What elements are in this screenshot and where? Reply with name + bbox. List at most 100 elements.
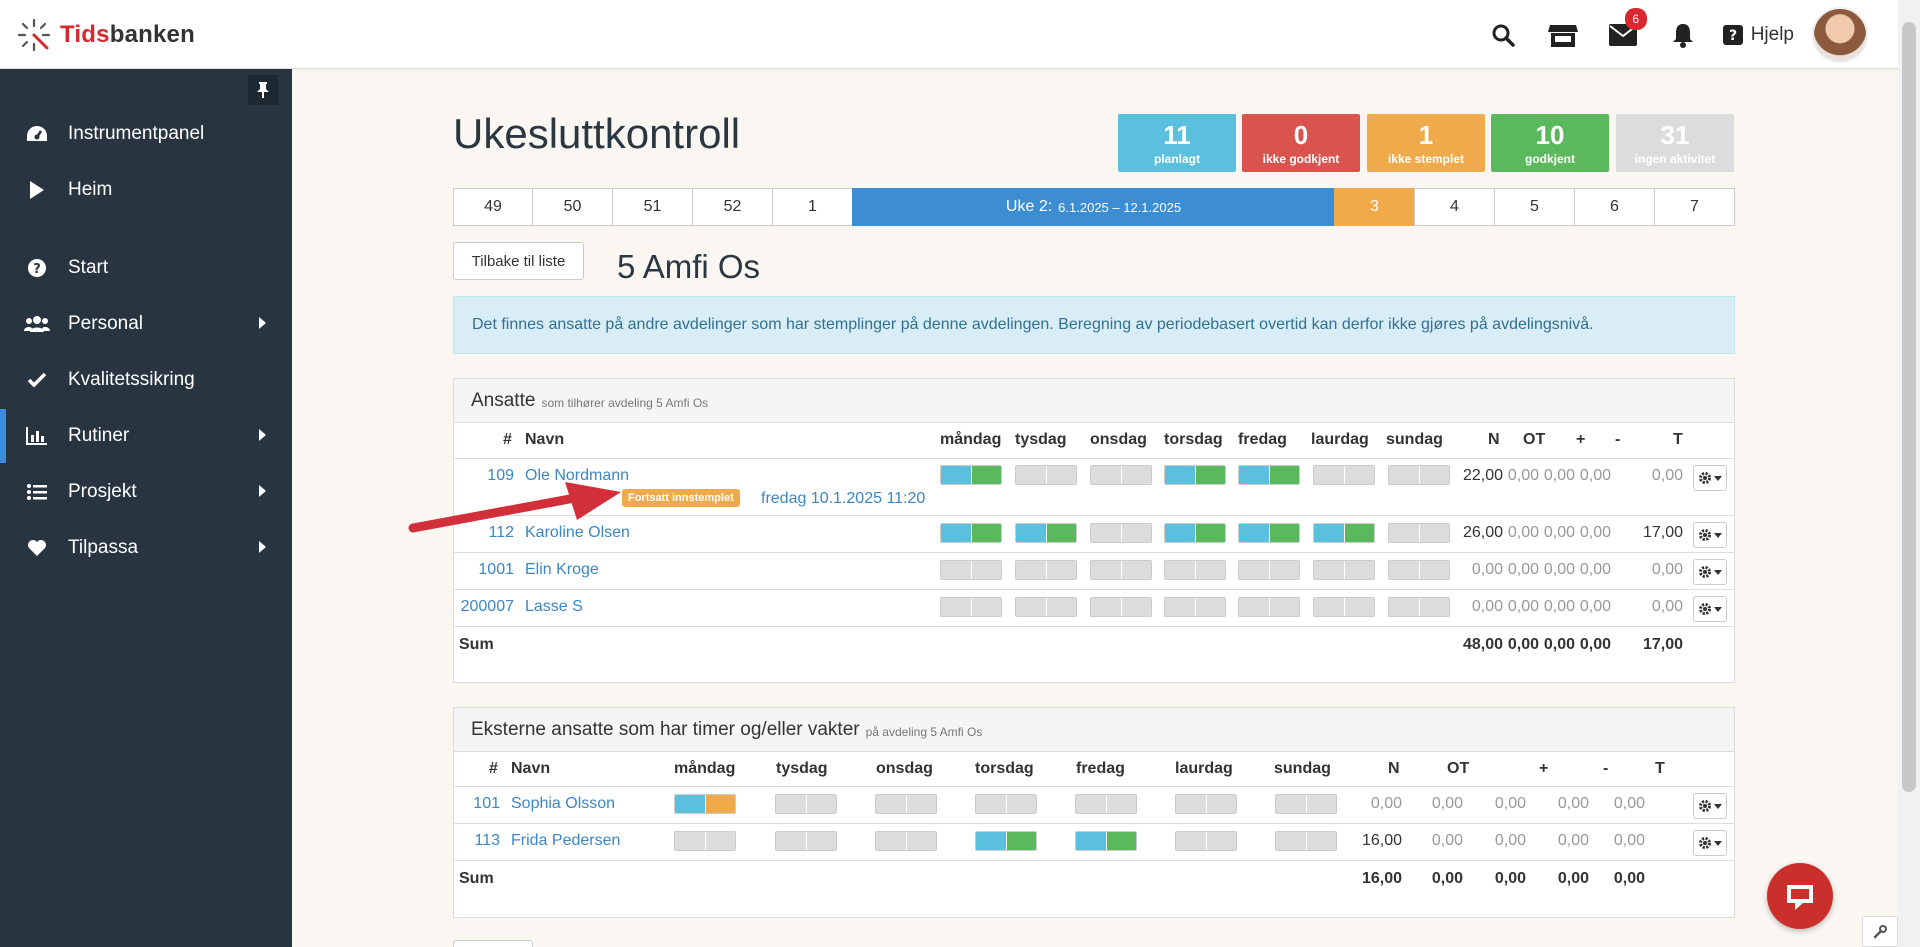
day-saturday[interactable] (1313, 465, 1375, 485)
sidebar-item-instrumentpanel[interactable]: Instrumentpanel (0, 107, 292, 161)
employee-name-link[interactable]: Frida Pedersen (511, 832, 620, 850)
heart-icon (20, 539, 54, 557)
sidebar-item-kvalitetssikring[interactable]: Kvalitetssikring (0, 353, 292, 407)
day-sunday[interactable] (1275, 794, 1337, 814)
sidebar-item-prosjekt[interactable]: Prosjekt (0, 465, 292, 519)
row-actions-button[interactable] (1693, 465, 1727, 491)
sidebar-item-personal[interactable]: Personal (0, 297, 292, 351)
day-wednesday[interactable] (875, 794, 937, 814)
week-7[interactable]: 7 (1654, 188, 1735, 226)
stat-godkjent[interactable]: 10 godkjent (1491, 114, 1609, 172)
day-friday[interactable] (1238, 465, 1300, 485)
week-4[interactable]: 4 (1414, 188, 1495, 226)
employee-id-link[interactable]: 113 (454, 832, 500, 850)
value-plus: 0,00 (1543, 524, 1575, 541)
bottom-button-partial[interactable] (453, 940, 533, 947)
week-1[interactable]: 1 (772, 188, 853, 226)
row-actions-button[interactable] (1693, 830, 1727, 856)
day-wednesday[interactable] (1090, 465, 1152, 485)
day-wednesday[interactable] (875, 831, 937, 851)
day-thursday[interactable] (1164, 523, 1226, 543)
day-tuesday[interactable] (1015, 523, 1077, 543)
day-monday[interactable] (940, 523, 1002, 543)
scrollbar-thumb[interactable] (1902, 22, 1916, 792)
day-friday[interactable] (1238, 560, 1300, 580)
day-thursday[interactable] (1164, 597, 1226, 617)
value-ot: 0,00 (1431, 795, 1463, 812)
help-link[interactable]: ? Hjelp (1722, 24, 1794, 46)
week-50[interactable]: 50 (532, 188, 613, 226)
mail-button[interactable]: 6 (1593, 0, 1653, 69)
employee-id-link[interactable]: 200007 (454, 598, 514, 616)
day-sunday[interactable] (1388, 523, 1450, 543)
day-monday[interactable] (940, 597, 1002, 617)
day-sunday[interactable] (1388, 597, 1450, 617)
back-to-list-button[interactable]: Tilbake til liste (453, 242, 584, 280)
value-minus: 0,00 (1579, 524, 1611, 541)
day-tuesday[interactable] (1015, 465, 1077, 485)
day-monday[interactable] (674, 831, 736, 851)
day-saturday[interactable] (1313, 560, 1375, 580)
pin-button[interactable] (248, 75, 278, 105)
row-actions-button[interactable] (1693, 559, 1727, 585)
row-actions-button[interactable] (1693, 793, 1727, 819)
employee-name-link[interactable]: Sophia Olsson (511, 795, 615, 813)
day-wednesday[interactable] (1090, 560, 1152, 580)
day-tuesday[interactable] (1015, 560, 1077, 580)
day-friday[interactable] (1238, 597, 1300, 617)
day-friday[interactable] (1075, 794, 1137, 814)
day-saturday[interactable] (1175, 794, 1237, 814)
store-button[interactable] (1533, 0, 1593, 69)
row-actions-button[interactable] (1693, 522, 1727, 548)
day-sunday[interactable] (1388, 465, 1450, 485)
employee-name-link[interactable]: Lasse S (525, 598, 583, 616)
week-52[interactable]: 52 (692, 188, 773, 226)
clock-in-time-link[interactable]: fredag 10.1.2025 11:20 (761, 490, 925, 508)
day-tuesday[interactable] (1015, 597, 1077, 617)
employee-name-link[interactable]: Elin Kroge (525, 561, 599, 579)
day-monday[interactable] (674, 794, 736, 814)
search-button[interactable] (1473, 0, 1533, 69)
chat-button[interactable] (1767, 863, 1833, 929)
week-51[interactable]: 51 (612, 188, 693, 226)
day-tuesday[interactable] (775, 831, 837, 851)
week-3[interactable]: 3 (1334, 188, 1415, 226)
day-saturday[interactable] (1313, 523, 1375, 543)
employee-id-link[interactable]: 1001 (454, 561, 514, 579)
day-friday[interactable] (1075, 831, 1137, 851)
col-header: fredag (1076, 760, 1125, 777)
day-tuesday[interactable] (775, 794, 837, 814)
week-6[interactable]: 6 (1574, 188, 1655, 226)
day-friday[interactable] (1238, 523, 1300, 543)
stat-ikke-godkjent[interactable]: 0 ikke godkjent (1242, 114, 1360, 172)
week-49[interactable]: 49 (453, 188, 533, 226)
page-scrollbar[interactable] (1898, 0, 1920, 947)
stat-ingen-aktivitet[interactable]: 31 ingen aktivitet (1616, 114, 1734, 172)
day-wednesday[interactable] (1090, 523, 1152, 543)
day-thursday[interactable] (1164, 560, 1226, 580)
employee-id-link[interactable]: 101 (454, 795, 500, 813)
tools-button[interactable] (1862, 916, 1898, 947)
day-thursday[interactable] (975, 831, 1037, 851)
notifications-button[interactable] (1653, 0, 1713, 69)
day-sunday[interactable] (1388, 560, 1450, 580)
week-2-current[interactable]: Uke 2: 6.1.2025 – 12.1.2025 (852, 188, 1335, 226)
stat-ikke-stemplet[interactable]: 1 ikke stemplet (1367, 114, 1485, 172)
day-wednesday[interactable] (1090, 597, 1152, 617)
sidebar-item-tilpassa[interactable]: Tilpassa (0, 521, 292, 575)
week-5[interactable]: 5 (1494, 188, 1575, 226)
day-sunday[interactable] (1275, 831, 1337, 851)
sidebar-item-rutiner[interactable]: Rutiner (0, 409, 292, 463)
sidebar-item-heim[interactable]: Heim (0, 163, 292, 217)
day-saturday[interactable] (1175, 831, 1237, 851)
day-monday[interactable] (940, 465, 1002, 485)
day-thursday[interactable] (1164, 465, 1226, 485)
day-saturday[interactable] (1313, 597, 1375, 617)
sidebar-item-start[interactable]: ? Start (0, 241, 292, 295)
logo[interactable]: Tidsbanken (16, 18, 195, 52)
row-actions-button[interactable] (1693, 596, 1727, 622)
day-thursday[interactable] (975, 794, 1037, 814)
stat-planlagt[interactable]: 11 planlagt (1118, 114, 1236, 172)
day-monday[interactable] (940, 560, 1002, 580)
avatar[interactable] (1812, 6, 1868, 63)
